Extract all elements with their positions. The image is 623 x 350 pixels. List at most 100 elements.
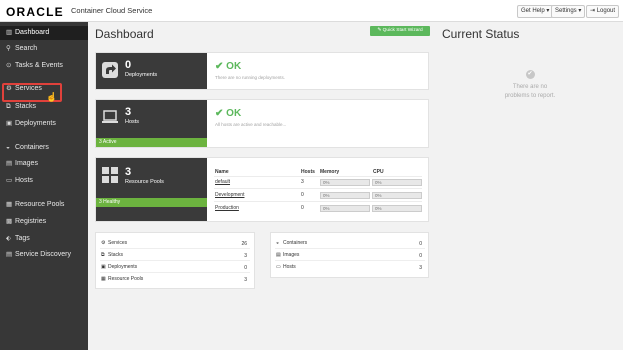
images-icon: ▤ [276,252,281,258]
logout-button[interactable]: ⇥ Logout [586,5,620,18]
get-help-button[interactable]: Get Help ▾ [517,5,554,18]
hosts-count: 3 [125,106,132,118]
memory-value: 0% [323,180,330,185]
page-title: Dashboard [95,27,154,41]
summary-label: Stacks [108,252,124,258]
service-discovery-icon: ▤ [6,251,13,258]
sidebar-item-label: Tasks & Events [15,62,63,69]
summary-item-services[interactable]: ⚙ Services [101,239,127,247]
sidebar-item-label: Tags [15,235,30,242]
search-icon: ⚲ [6,45,11,52]
summary-value: 3 [419,265,422,271]
quick-start-wizard-button[interactable]: ✎ Quick Start Wizard [370,26,430,36]
share-arrow-icon [102,62,118,78]
stacks-icon: ⧉ [101,252,105,258]
summary-label: Images [283,252,300,258]
pool-row-hosts: 0 [301,205,304,211]
deployments-summary[interactable]: 0 Deployments [96,53,207,89]
top-bar: ORACLE Container Cloud Service Get Help … [0,0,623,22]
summary-item-hosts[interactable]: ▭ Hosts [276,263,296,271]
check-circle-icon: ✔ [525,70,535,79]
divider [100,260,250,261]
pool-row-name[interactable]: Development [215,192,244,198]
summary-value: 0 [419,241,422,247]
divider [214,201,422,202]
oracle-logo[interactable]: ORACLE [6,5,64,19]
sidebar-item-tags[interactable]: ⬖ Tags [0,232,88,246]
col-memory: Memory [320,169,340,175]
cpu-value: 0% [375,193,382,198]
deployments-count: 0 [125,59,132,71]
deployments-status: ✔ OK [215,61,241,72]
sidebar-item-label: Stacks [15,103,37,110]
cpu-value: 0% [375,206,382,211]
divider [275,260,425,261]
sidebar-item-hosts[interactable]: ▭ Hosts [0,174,88,188]
sidebar-item-deployments[interactable]: ▣ Deployments [0,117,88,131]
sidebar-item-service-discovery[interactable]: ▤ Service Discovery [0,248,88,262]
summary-item-resource-pools[interactable]: ▦ Resource Pools [101,275,143,283]
deployments-label: Deployments [125,72,158,78]
cpu-bar: 0% [372,192,422,199]
memory-bar: 0% [320,179,370,186]
memory-bar: 0% [320,192,370,199]
summary-value: 26 [241,241,247,247]
gear-icon: ⚙ [101,240,106,246]
deployments-icon: ▣ [101,264,106,270]
check-circle-icon: ✔ [215,61,224,72]
resource-pools-count: 3 [125,166,132,178]
memory-bar: 0% [320,205,370,212]
sidebar-item-label: Images [15,160,38,167]
resource-pools-icon: ▦ [6,201,13,208]
sidebar-item-label: Hosts [15,177,33,184]
memory-value: 0% [323,206,330,211]
sidebar: ▥ Dashboard ⚲ Search ⊙ Tasks & Events ⚙ Serv… [0,22,88,350]
resource-pools-healthy-badge[interactable]: 3 Healthy [96,198,207,207]
summary-label: Services [108,240,128,246]
hosts-icon: ▭ [276,264,281,270]
hosts-active-badge[interactable]: 3 Active [96,138,207,147]
grid-icon [102,167,118,183]
sidebar-item-stacks[interactable]: ⧉ Stacks [0,100,88,114]
divider [100,248,250,249]
pool-row-name[interactable]: default [215,179,230,185]
summary-label: Hosts [283,264,296,270]
hosts-status-text: OK [226,108,242,119]
sidebar-item-label: Resource Pools [15,201,65,208]
sidebar-item-label: Search [15,45,38,52]
hosts-summary[interactable]: 3 Hosts 3 Active [96,100,207,147]
summary-value: 3 [244,253,247,259]
sidebar-item-tasks-events[interactable]: ⊙ Tasks & Events [0,59,88,73]
divider [100,272,250,273]
memory-value: 0% [323,193,330,198]
sidebar-item-images[interactable]: ▤ Images [0,157,88,171]
containers-icon: ◒ [6,144,10,151]
sidebar-item-registries[interactable]: ▩ Registries [0,215,88,229]
tag-icon: ⬖ [6,235,11,242]
divider [214,188,422,189]
summary-item-stacks[interactable]: ⧉ Stacks [101,251,123,259]
summary-item-containers[interactable]: ◒ Containers [276,239,307,247]
sidebar-item-resource-pools[interactable]: ▦ Resource Pools [0,198,88,212]
settings-button[interactable]: Settings ▾ [551,5,586,18]
summary-card-right: ◒ Containers 0 ▤ Images 0 ▭ Hosts 3 [270,232,429,278]
containers-icon: ◒ [276,240,280,246]
col-name: Name [215,169,229,175]
tasks-icon: ⊙ [6,62,12,69]
sidebar-item-dashboard[interactable]: ▥ Dashboard [0,26,88,40]
cpu-bar: 0% [372,205,422,212]
sidebar-item-search[interactable]: ⚲ Search [0,42,88,56]
summary-value: 0 [419,253,422,259]
pool-row-hosts: 3 [301,179,304,185]
deployments-message: There are no running deployments. [215,75,286,80]
laptop-icon [102,110,118,123]
summary-value: 0 [244,265,247,271]
summary-item-images[interactable]: ▤ Images [276,251,299,259]
resource-pools-summary[interactable]: 3 Resource Pools 3 Healthy [96,158,207,221]
sidebar-item-containers[interactable]: ◒ Containers [0,141,88,155]
summary-label: Resource Pools [108,276,144,282]
summary-item-deployments[interactable]: ▣ Deployments [101,263,137,271]
pool-row-name[interactable]: Production [215,205,239,211]
divider [275,248,425,249]
hosts-card: 3 Hosts 3 Active ✔ OK All hosts are acti… [95,99,429,148]
